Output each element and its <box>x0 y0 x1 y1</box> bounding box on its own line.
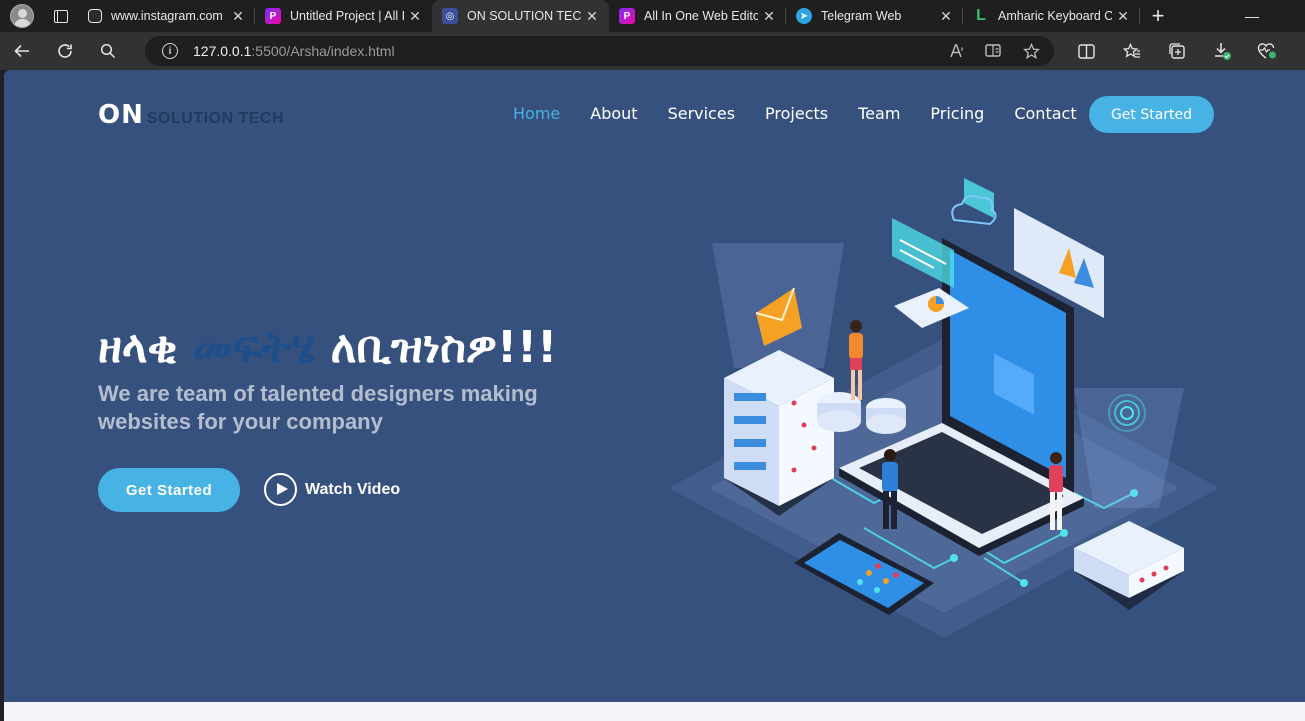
instagram-favicon-icon <box>88 9 102 23</box>
url-path: :5500/Arsha/index.html <box>251 43 395 59</box>
profile-avatar-icon <box>10 4 34 28</box>
refresh-icon <box>57 44 72 58</box>
close-tab-icon[interactable]: ✕ <box>1112 8 1134 25</box>
tab-all-in-one-web-editor[interactable]: P All In One Web Editor ✕ <box>609 0 786 32</box>
close-tab-icon[interactable]: ✕ <box>758 8 780 25</box>
tab-title: Amharic Keyboard O <box>998 9 1112 23</box>
close-tab-icon[interactable]: ✕ <box>935 8 957 25</box>
download-icon <box>1214 43 1231 60</box>
tab-instagram[interactable]: www.instagram.com ✕ <box>78 0 255 32</box>
play-circle-icon <box>264 473 297 506</box>
read-aloud-icon[interactable] <box>949 43 965 59</box>
hero-get-started-button[interactable]: Get Started <box>98 468 240 512</box>
nav-about[interactable]: About <box>590 104 637 123</box>
next-section-edge <box>4 702 1305 721</box>
hero-title-part1: ዘላቂ <box>98 322 193 373</box>
favorite-star-icon[interactable] <box>1023 43 1040 59</box>
browser-essentials-button[interactable] <box>1244 32 1289 70</box>
favorites-icon <box>1122 42 1140 58</box>
new-tab-button[interactable]: + <box>1140 0 1176 32</box>
watch-video-button[interactable]: Watch Video <box>264 473 400 506</box>
nav-home[interactable]: Home <box>513 104 560 123</box>
telegram-favicon-icon: ➤ <box>796 8 812 24</box>
url-host: 127.0.0.1 <box>193 43 252 59</box>
search-icon <box>100 43 115 59</box>
site-logo[interactable]: ON SOLUTION TECH <box>98 100 284 130</box>
url-text[interactable]: 127.0.0.1:5500/Arsha/index.html <box>193 43 395 59</box>
hero-title-part2: ለቢዝነስዎ!!! <box>315 322 558 373</box>
page-viewport: ON SOLUTION TECH Home About Services Pro… <box>4 70 1305 721</box>
immersive-reader-icon[interactable] <box>985 43 1003 59</box>
floating-code-panel <box>892 218 954 288</box>
back-arrow-icon <box>13 44 29 58</box>
minimize-window-button[interactable]: — <box>1245 8 1259 24</box>
nav-team[interactable]: Team <box>858 104 900 123</box>
search-button[interactable] <box>86 32 129 70</box>
tab-actions-button[interactable] <box>44 0 78 32</box>
tab-title: www.instagram.com <box>111 9 223 23</box>
close-tab-icon[interactable]: ✕ <box>404 8 426 25</box>
project-favicon-icon: P <box>265 8 281 24</box>
nav-contact[interactable]: Contact <box>1014 104 1076 123</box>
split-screen-button[interactable] <box>1064 32 1109 70</box>
site-favicon-icon: ◎ <box>442 8 458 24</box>
tab-untitled-project[interactable]: P Untitled Project | All I ✕ <box>255 0 432 32</box>
nav-get-started-button[interactable]: Get Started <box>1089 96 1214 133</box>
split-screen-icon <box>1078 43 1095 59</box>
collections-button[interactable] <box>1154 32 1199 70</box>
refresh-button[interactable] <box>43 32 86 70</box>
browser-toolbar: i 127.0.0.1:5500/Arsha/index.html <box>0 32 1305 70</box>
close-tab-icon[interactable]: ✕ <box>581 8 603 25</box>
nav-pricing[interactable]: Pricing <box>930 104 984 123</box>
hero-subtitle: We are team of talented designers making… <box>98 381 538 434</box>
nav-projects[interactable]: Projects <box>765 104 828 123</box>
tab-telegram-web[interactable]: ➤ Telegram Web ✕ <box>786 0 963 32</box>
tab-title: ON SOLUTION TECH <box>467 9 581 23</box>
tab-title: Untitled Project | All I <box>290 9 404 23</box>
heart-pulse-icon <box>1257 43 1276 59</box>
logo-main-text: ON <box>98 100 144 130</box>
tab-title: All In One Web Editor <box>644 9 758 23</box>
project-favicon-icon: P <box>619 8 635 24</box>
back-button[interactable] <box>0 32 43 70</box>
tab-amharic-keyboard[interactable]: L Amharic Keyboard O ✕ <box>963 0 1140 32</box>
profile-button[interactable] <box>0 0 44 32</box>
browser-tab-strip: www.instagram.com ✕ P Untitled Project |… <box>0 0 1305 32</box>
keyboard-favicon-icon: L <box>976 7 986 24</box>
hero-title-accent: መፍትሄ <box>192 322 316 373</box>
logo-sub-text: SOLUTION TECH <box>146 110 285 127</box>
favorites-button[interactable] <box>1109 32 1154 70</box>
tab-on-solution-tech[interactable]: ◎ ON SOLUTION TECH ✕ <box>432 0 609 32</box>
hero-illustration <box>669 178 1219 638</box>
address-bar[interactable]: i 127.0.0.1:5500/Arsha/index.html <box>145 36 1054 66</box>
site-info-icon[interactable]: i <box>162 43 178 59</box>
close-tab-icon[interactable]: ✕ <box>227 8 249 25</box>
nav-services[interactable]: Services <box>668 104 735 123</box>
tab-actions-icon <box>54 9 68 23</box>
tab-divider <box>1139 8 1140 24</box>
main-nav: Home About Services Projects Team Pricin… <box>513 104 1077 123</box>
tab-title: Telegram Web <box>821 9 902 23</box>
downloads-button[interactable] <box>1199 32 1244 70</box>
hero-title: ዘላቂ መፍትሄ ለቢዝነስዎ!!! <box>98 322 557 373</box>
collections-icon <box>1168 43 1185 59</box>
watch-video-label: Watch Video <box>305 480 401 498</box>
